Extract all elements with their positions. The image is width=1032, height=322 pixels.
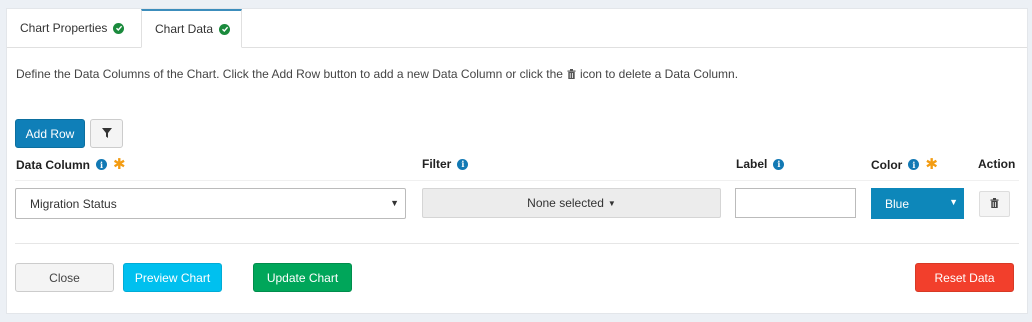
data-column-header: Data Column i ✱ — [16, 156, 126, 173]
tab-chart-properties[interactable]: Chart Properties — [7, 9, 141, 47]
color-select[interactable]: Blue ▼ — [871, 188, 964, 219]
filter-header: Filter i — [422, 157, 469, 171]
tab-label: Chart Data — [155, 22, 214, 36]
trash-icon — [567, 69, 576, 79]
action-header: Action — [978, 157, 1016, 171]
info-icon[interactable]: i — [773, 158, 785, 170]
caret-down-icon: ▼ — [390, 198, 399, 208]
info-icon[interactable]: i — [96, 159, 108, 170]
delete-row-button[interactable] — [979, 191, 1010, 217]
tab-chart-data[interactable]: Chart Data — [141, 9, 242, 48]
instructions-text: Define the Data Columns of the Chart. Cl… — [16, 67, 739, 81]
label-input[interactable] — [735, 188, 856, 218]
tab-label: Chart Properties — [20, 21, 108, 35]
filter-dropdown[interactable]: None selected ▼ — [422, 188, 721, 218]
footer-divider — [15, 243, 1019, 244]
label-header: Label i — [736, 157, 785, 171]
tab-bar: Chart Properties Chart Data — [7, 9, 1027, 48]
required-star-icon: ✱ — [925, 156, 938, 173]
check-circle-icon — [113, 22, 125, 34]
table-divider — [15, 180, 1019, 181]
reset-data-button[interactable]: Reset Data — [915, 263, 1014, 292]
color-header: Color i ✱ — [871, 156, 938, 173]
update-chart-button[interactable]: Update Chart — [253, 263, 352, 292]
info-icon[interactable]: i — [908, 159, 920, 170]
filter-button[interactable] — [90, 119, 123, 148]
info-icon[interactable]: i — [457, 158, 469, 170]
data-column-select[interactable]: Migration Status ▼ — [15, 188, 406, 219]
filter-icon — [101, 127, 112, 141]
check-circle-icon — [219, 23, 231, 35]
chart-editor-panel: Chart Properties Chart Data Define the D… — [6, 8, 1028, 314]
add-row-button[interactable]: Add Row — [15, 119, 85, 148]
caret-down-icon: ▼ — [607, 198, 616, 208]
preview-chart-button[interactable]: Preview Chart — [123, 263, 222, 292]
trash-icon — [990, 197, 999, 211]
caret-down-icon: ▼ — [949, 197, 958, 207]
required-star-icon: ✱ — [113, 156, 126, 173]
close-button[interactable]: Close — [15, 263, 114, 292]
